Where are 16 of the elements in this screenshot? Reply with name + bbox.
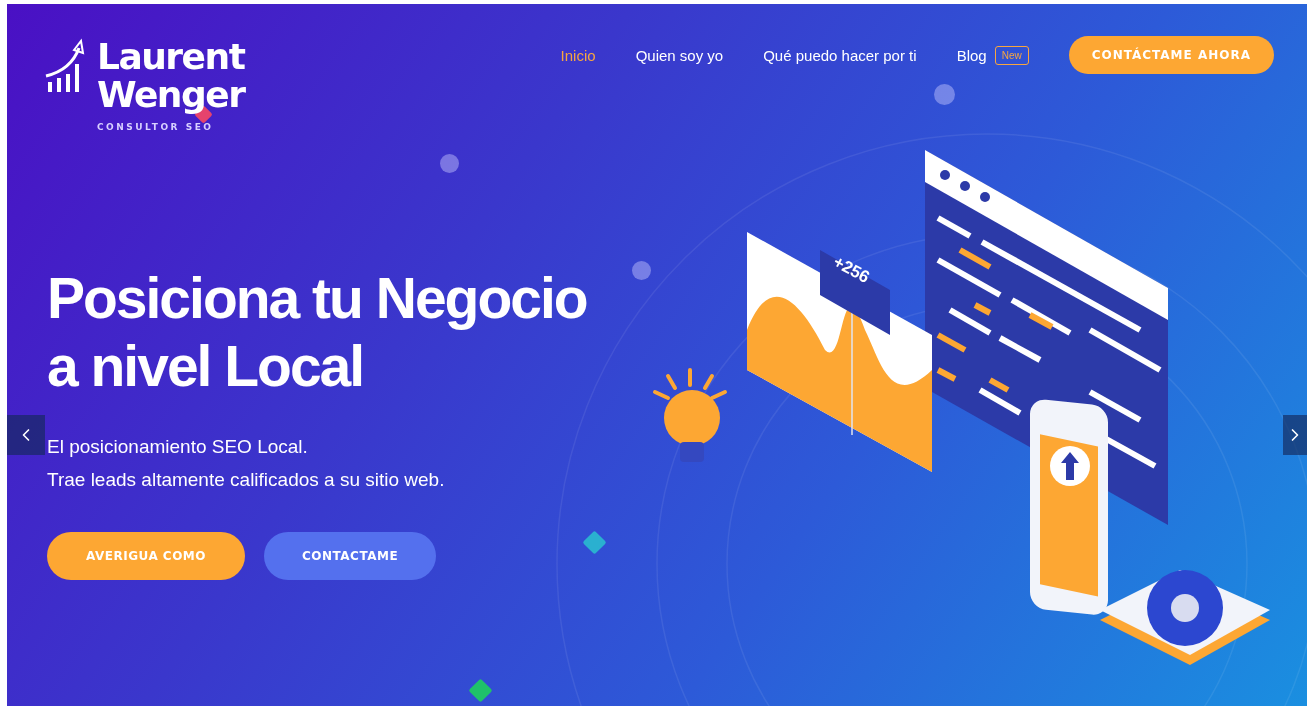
contact-button[interactable]: CONTACTAME [264,532,437,580]
decoration-dot [440,154,459,173]
nav-link[interactable]: Qué puedo hacer por ti [763,46,917,64]
decoration-dot [632,261,651,280]
decoration-dot [934,84,955,105]
chart-badge-text: +256 [829,252,873,288]
nav-link[interactable]: Blog [956,46,987,64]
new-badge: New [994,45,1029,65]
hero-subtitle: El posicionamiento SEO Local. Trae leads altamente calificados a su sitio web. [47,435,445,492]
hero-title: Posiciona tu Negocio a nivel Local [47,265,587,400]
nav-link[interactable]: Inicio [560,46,596,64]
logo-text: Wenger [97,76,245,114]
nav-link[interactable]: Quien soy yo [635,46,724,64]
logo-text: Laurent [97,38,245,76]
logo-tagline: CONSULTOR SEO [97,122,215,132]
next-slide-button[interactable] [1283,415,1307,455]
